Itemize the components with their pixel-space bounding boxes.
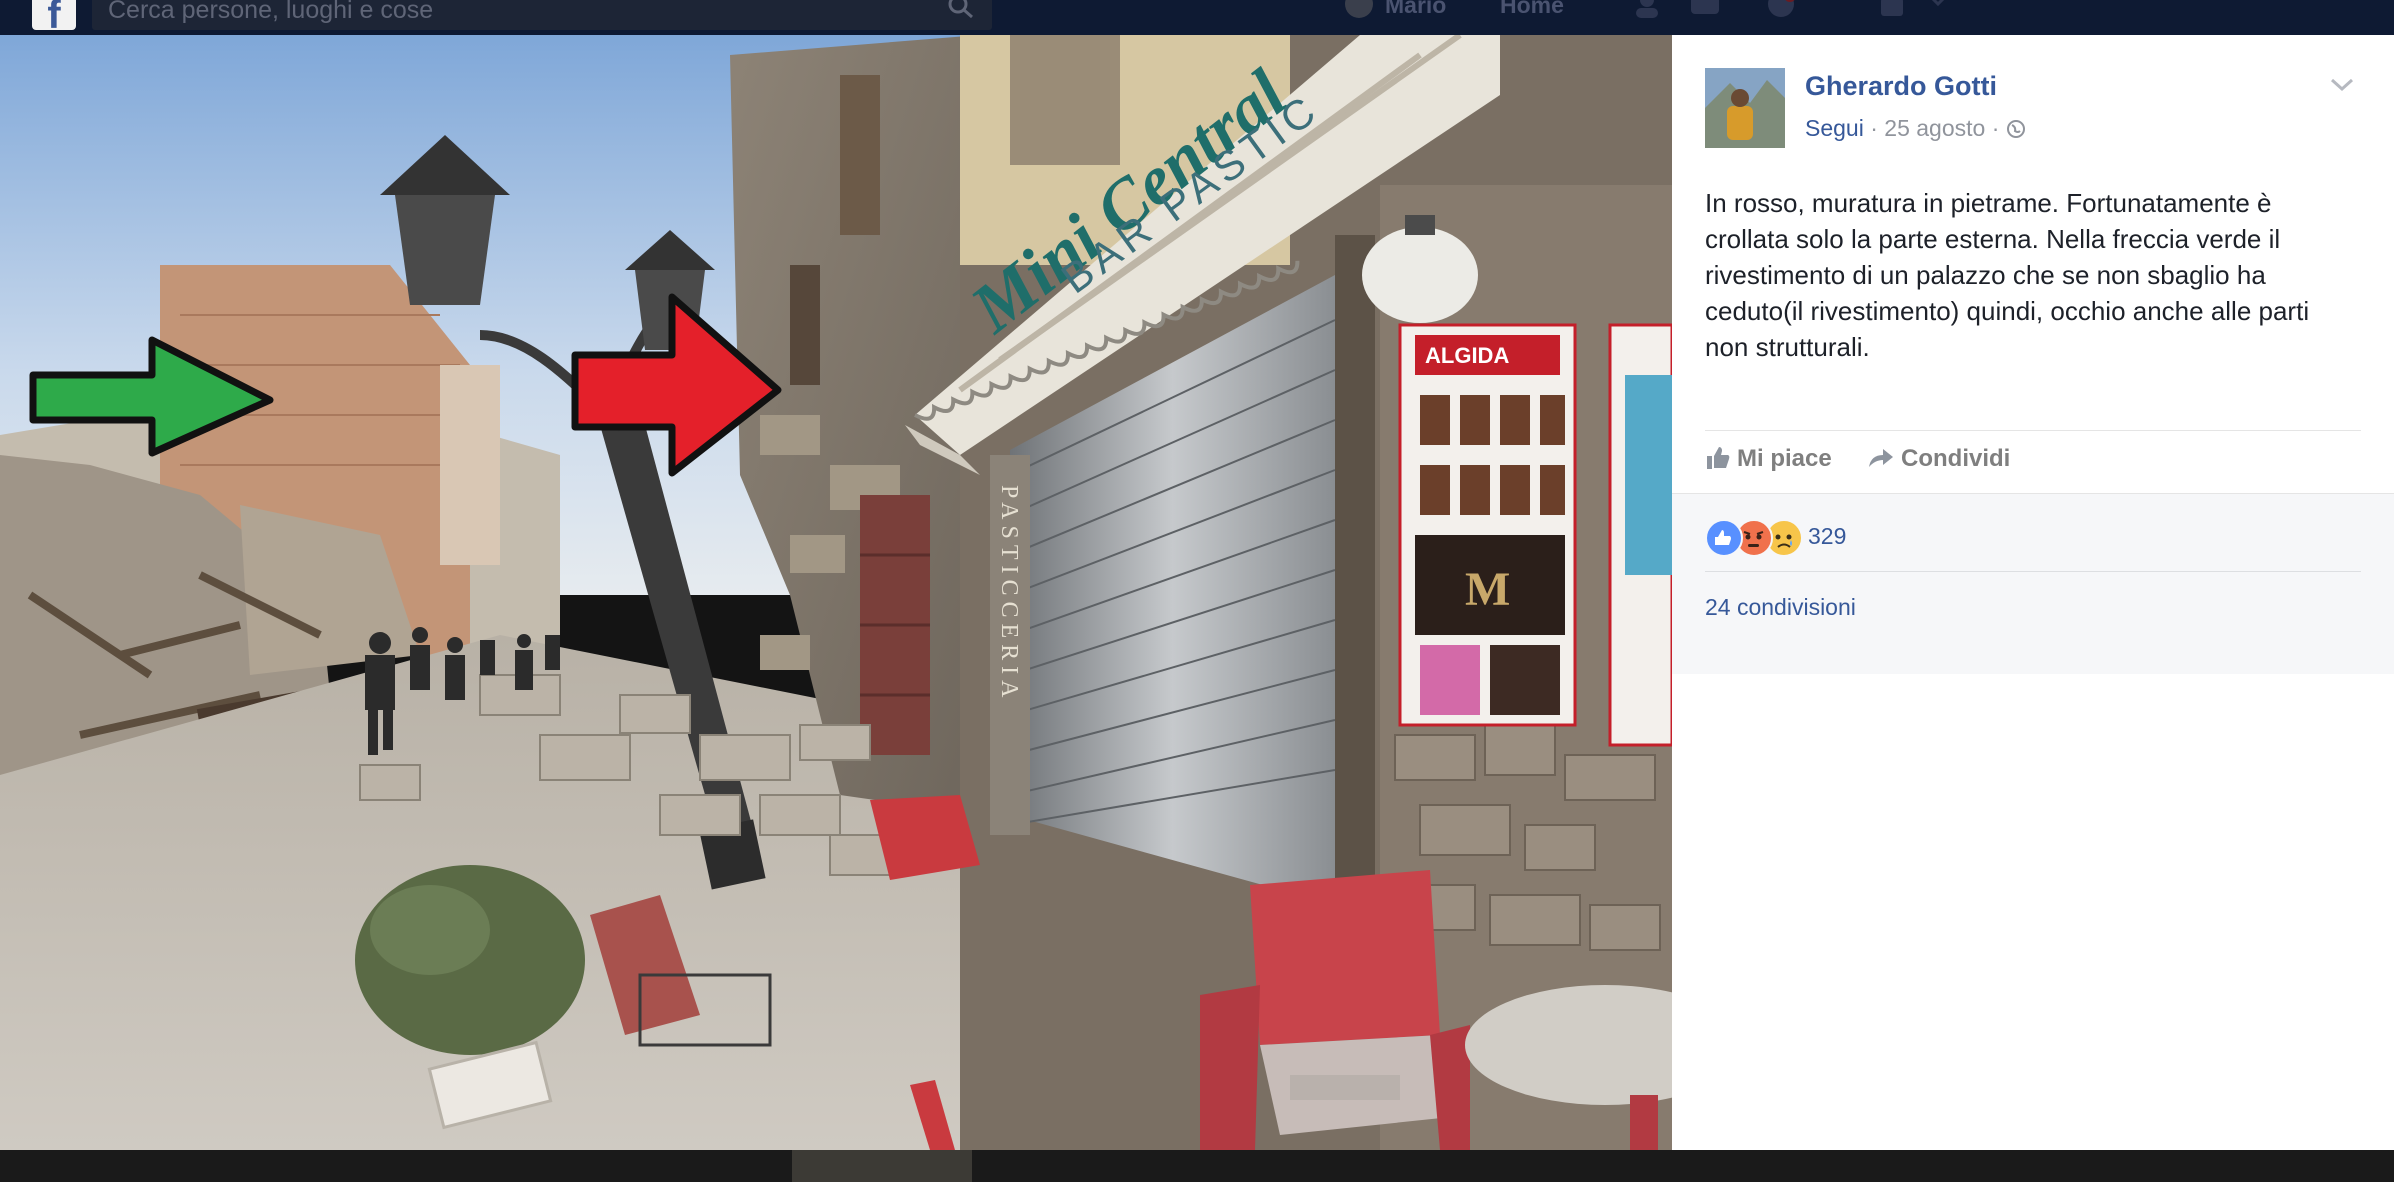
meta-separator-2: · — [1991, 115, 2000, 141]
photo-viewer[interactable]: Mini Central BAR PASTIC PASTICCERIA ALGI… — [0, 35, 1672, 1150]
follow-button[interactable]: Segui — [1805, 115, 1864, 141]
meta-separator: · — [1870, 115, 1878, 141]
nav-home-link[interactable]: Home — [1500, 0, 1564, 19]
pasticceria-vertical-text: PASTICCERIA — [996, 485, 1022, 703]
engagement-area: 329 24 condivisioni — [1672, 493, 2394, 674]
share-label: Condividi — [1901, 445, 2011, 472]
post-options-chevron-icon[interactable] — [2328, 75, 2356, 95]
algida-poster-text: ALGIDA — [1425, 343, 1509, 368]
post-text: In rosso, muratura in pietrame. Fortunat… — [1705, 188, 2310, 362]
top-navigation-bar: f Cerca persone, luoghi e cose Mario Hom… — [0, 0, 2394, 35]
thumbs-up-icon — [1707, 447, 1730, 469]
bottom-filmstrip — [0, 1150, 2394, 1182]
search-placeholder: Cerca persone, luoghi e cose — [108, 0, 434, 24]
author-name[interactable]: Gherardo Gotti — [1805, 71, 1997, 102]
magnum-poster-text: M — [1465, 563, 1510, 616]
like-label: Mi piace — [1737, 445, 1832, 472]
post-divider — [1705, 430, 2361, 431]
account-menu-chevron-icon[interactable] — [1925, 0, 1951, 18]
share-arrow-icon — [1869, 449, 1893, 467]
search-input[interactable]: Cerca persone, luoghi e cose — [92, 0, 992, 30]
author-avatar[interactable] — [1705, 68, 1785, 148]
search-icon[interactable] — [946, 0, 976, 20]
photo-thumbnail[interactable] — [792, 1150, 972, 1182]
public-globe-icon — [2006, 120, 2025, 138]
privacy-shortcuts-icon[interactable] — [1875, 0, 1909, 18]
notifications-icon[interactable] — [1764, 0, 1798, 18]
facebook-logo-icon[interactable]: f — [32, 0, 76, 35]
shares-count-link[interactable]: 24 condivisioni — [1705, 594, 1856, 621]
friend-requests-icon[interactable] — [1630, 0, 1664, 18]
earthquake-street-photo: Mini Central BAR PASTIC PASTICCERIA ALGI… — [0, 35, 1672, 1150]
post-panel: Gherardo Gotti Segui · 25 agosto · In ro… — [1672, 35, 2394, 1150]
messages-icon[interactable] — [1688, 0, 1722, 18]
like-button[interactable]: Mi piace — [1705, 445, 1832, 473]
user-avatar[interactable] — [1345, 0, 1373, 18]
post-date[interactable]: 25 agosto — [1884, 115, 1985, 141]
share-button[interactable]: Condividi — [1867, 445, 2010, 473]
reaction-count[interactable]: 329 — [1808, 523, 1846, 550]
post-meta: Segui · 25 agosto · — [1805, 115, 2026, 142]
nav-user-link[interactable]: Mario — [1385, 0, 1446, 19]
like-reaction-icon — [1705, 519, 1743, 557]
engagement-divider — [1705, 571, 2361, 572]
